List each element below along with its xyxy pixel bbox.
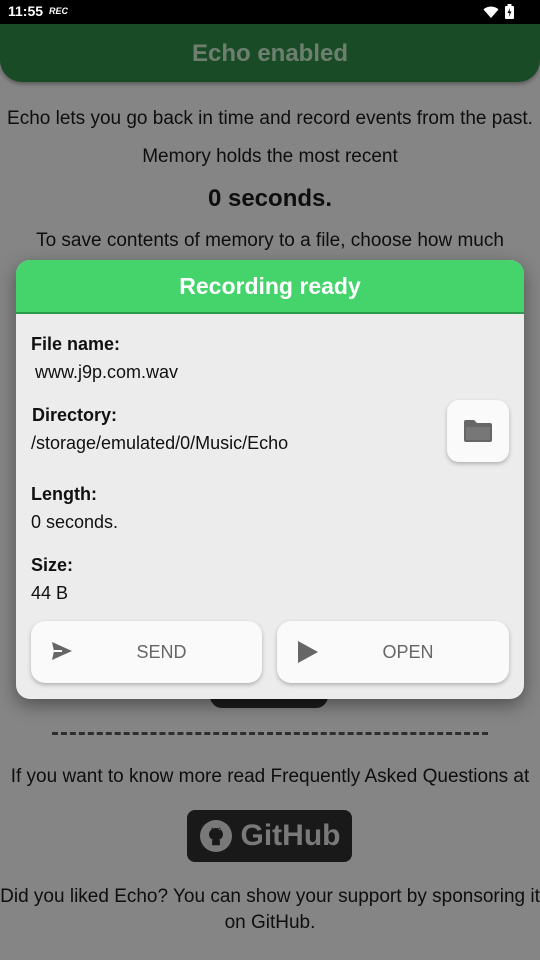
length-value: 0 seconds. [31,512,119,532]
size-label: Size: [31,555,74,575]
file-name-label: File name: [31,334,121,354]
recording-ready-dialog: Recording ready File name: www.j9p.com.w… [16,260,524,699]
file-name-value: www.j9p.com.wav [35,362,179,382]
wifi-icon [483,6,499,18]
dialog-header: Recording ready [16,260,524,314]
status-icons [483,4,514,19]
size-value: 44 B [31,583,69,603]
open-label: OPEN [382,642,434,662]
length-label: Length: [31,484,97,504]
directory-value: /storage/emulated/0/Music/Echo [31,433,289,453]
send-label: SEND [136,642,187,662]
open-button[interactable]: OPEN [277,621,509,683]
directory-label: Directory: [32,405,118,425]
send-button[interactable]: SEND [31,621,262,683]
status-rec-indicator: REC [49,6,69,16]
dialog-title: Recording ready [179,272,361,299]
battery-icon [505,4,514,19]
status-time: 11:55 [8,3,44,19]
status-bar: 11:55 REC [0,0,540,24]
folder-icon [464,420,492,442]
open-folder-button[interactable] [447,400,509,462]
